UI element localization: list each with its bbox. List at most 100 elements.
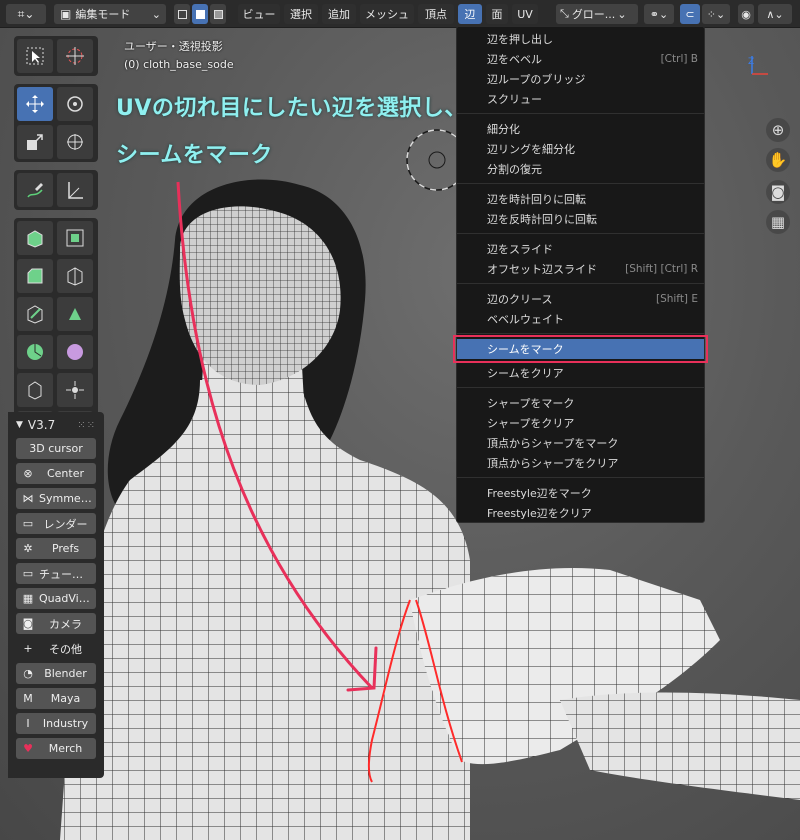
menu-item[interactable]: Freestyle辺をマーク (457, 483, 704, 503)
pan-button[interactable]: ✋ (766, 148, 790, 172)
menu-uv[interactable]: UV (512, 4, 538, 24)
proportional-edit-toggle[interactable]: ◉ (738, 4, 754, 24)
menu-item[interactable]: 辺を時計回りに回転 (457, 189, 704, 209)
panel-button-label: Center (46, 467, 85, 480)
pivot-point-select[interactable]: ⚭⌄ (644, 4, 674, 24)
measure-tool[interactable] (57, 173, 93, 207)
menu-item-label: 辺を反時計回りに回転 (487, 213, 597, 226)
bevel-tool[interactable] (17, 259, 53, 293)
maya-icon: M (23, 692, 33, 705)
spin-tool[interactable] (17, 335, 53, 369)
menu-item[interactable]: 辺のクリース [Shift] E (457, 289, 704, 309)
rotate-tool[interactable] (57, 87, 93, 121)
menu-item[interactable]: 辺を反時計回りに回転 (457, 209, 704, 229)
panel-button-label: チュート... (39, 567, 92, 581)
panel-button-3[interactable]: ▭ レンダー (16, 513, 96, 534)
menu-face[interactable]: 面 (486, 4, 508, 24)
menu-item[interactable]: ベベルウェイト (457, 309, 704, 329)
annotate-tool[interactable] (17, 173, 53, 207)
menu-view[interactable]: ビュー (238, 4, 280, 24)
panel-version: V3.7 (27, 418, 56, 432)
orientation-icon: ⤡ (560, 7, 569, 20)
panel-button-10[interactable]: M Maya (16, 688, 96, 709)
render-icon: ▭ (22, 517, 34, 530)
ortho-toggle-button[interactable]: ▦ (766, 210, 790, 234)
menu-item[interactable]: 辺ループのブリッジ (457, 69, 704, 89)
menu-item[interactable]: 頂点からシャープをマーク (457, 433, 704, 453)
transform-tool[interactable] (57, 125, 93, 159)
grid-icon: ▦ (770, 213, 786, 231)
inset-tool[interactable] (57, 221, 93, 255)
panel-button-7[interactable]: ◙ カメラ (16, 613, 96, 634)
panel-button-1[interactable]: ⊗ Center (16, 463, 96, 484)
panel-button-8[interactable]: + その他 (16, 638, 96, 659)
waist-mesh (80, 780, 380, 840)
menu-item[interactable]: 辺リングを細分化 (457, 139, 704, 159)
menu-item-label: 辺のクリース (487, 293, 553, 306)
snap-toggle[interactable]: ⊂ (680, 4, 700, 24)
menu-item[interactable]: 辺をベベル [Ctrl] B (457, 49, 704, 69)
panel-button-4[interactable]: ✲ Prefs (16, 538, 96, 559)
smooth-tool[interactable] (57, 335, 93, 369)
mode-select[interactable]: ▣ 編集モード ⌄ (54, 4, 166, 24)
extrude-tool[interactable] (17, 221, 53, 255)
falloff-select[interactable]: ∧⌄ (758, 4, 792, 24)
zoom-button[interactable]: ⊕ (766, 118, 790, 142)
panel-button-5[interactable]: ▭ チュート... (16, 563, 96, 584)
menu-item-label: シームをマーク (487, 343, 564, 356)
menu-item[interactable]: シャープをクリア (457, 413, 704, 433)
vertex-select-button[interactable] (174, 4, 190, 24)
tool-group-annotate (14, 170, 98, 210)
menu-item-label: シャープをクリア (487, 417, 575, 430)
poly-build-tool[interactable] (57, 297, 93, 331)
select-box-tool[interactable] (17, 39, 53, 73)
scale-icon (27, 134, 43, 150)
panel-header[interactable]: ▼ V3.7 ⁙⁙ (8, 412, 104, 438)
menu-item-label: 辺リングを細分化 (487, 143, 575, 156)
menu-item[interactable]: 頂点からシャープをクリア (457, 453, 704, 473)
knife-tool[interactable] (17, 297, 53, 331)
menu-item-mark-seam[interactable]: シームをマーク (453, 335, 708, 363)
menu-item[interactable]: 辺を押し出し (457, 29, 704, 49)
menu-item-label: 辺ループのブリッジ (487, 73, 586, 86)
menu-add[interactable]: 追加 (322, 4, 356, 24)
move-tool[interactable] (17, 87, 53, 121)
face-select-button[interactable] (210, 4, 226, 24)
hand-icon: ✋ (768, 151, 788, 169)
panel-button-0[interactable]: 3D cursor (16, 438, 96, 459)
edge-select-button[interactable] (192, 4, 208, 24)
panel-button-9[interactable]: ◔ Blender (16, 663, 96, 684)
menu-vertex[interactable]: 頂点 (418, 4, 454, 24)
object-name: (0) cloth_base_sode (124, 58, 234, 71)
menu-separator (457, 333, 704, 334)
edge-slide-tool[interactable] (17, 373, 53, 407)
shrink-tool[interactable] (57, 373, 93, 407)
transform-orientation-select[interactable]: ⤡ グロー... ⌄ (556, 4, 638, 24)
menu-item-label: 辺をスライド (487, 243, 553, 256)
monitor-icon: ▭ (22, 567, 34, 580)
cursor-tool[interactable] (57, 39, 93, 73)
menu-item[interactable]: Freestyle辺をクリア (457, 503, 704, 523)
menu-item[interactable]: スクリュー (457, 89, 704, 109)
loop-cut-tool[interactable] (57, 259, 93, 293)
drag-grip-icon[interactable]: ⁙⁙ (77, 420, 96, 431)
panel-button-12[interactable]: ♥ Merch (16, 738, 96, 759)
panel-button-6[interactable]: ▦ QuadView (16, 588, 96, 609)
camera-view-button[interactable]: ◙ (766, 180, 790, 204)
snap-target-select[interactable]: ⁘⌄ (702, 4, 730, 24)
menu-item[interactable]: シームをクリア (457, 363, 704, 383)
menu-item[interactable]: シャープをマーク (457, 393, 704, 413)
menu-item[interactable]: オフセット辺スライド [Shift] [Ctrl] R (457, 259, 704, 279)
editor-type-button[interactable]: ⌗⌄ (6, 4, 46, 24)
panel-button-11[interactable]: I Industry (16, 713, 96, 734)
bevel-icon (27, 268, 43, 284)
menu-item[interactable]: 辺をスライド (457, 239, 704, 259)
menu-item[interactable]: 分割の復元 (457, 159, 704, 179)
menu-select[interactable]: 選択 (284, 4, 318, 24)
menu-item[interactable]: 細分化 (457, 119, 704, 139)
rotate-icon (67, 96, 83, 112)
menu-edge[interactable]: 辺 (458, 4, 482, 24)
scale-tool[interactable] (17, 125, 53, 159)
panel-button-2[interactable]: ⋈ Symmetry (16, 488, 96, 509)
menu-mesh[interactable]: メッシュ (360, 4, 414, 24)
